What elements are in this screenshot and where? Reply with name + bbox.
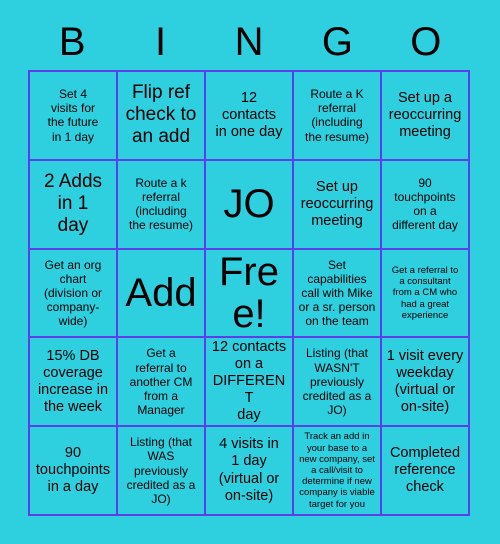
bingo-cell[interactable]: Completed reference check: [382, 427, 470, 516]
bingo-cell[interactable]: Flip ref check to an add: [118, 72, 206, 161]
bingo-cell[interactable]: Get a referral to another CM from a Mana…: [118, 338, 206, 428]
bingo-cell-label: 15% DB coverage increase in the week: [37, 347, 109, 415]
bingo-cell-label: Get a referral to a consultant from a CM…: [391, 264, 459, 321]
bingo-cell[interactable]: JO: [206, 160, 294, 250]
bingo-card: B I N G O Set 4 visits for the future in…: [0, 0, 500, 544]
header-letter-n: N: [234, 20, 264, 64]
bingo-cell-label: 90 touchpoints on a different day: [392, 175, 458, 233]
bingo-cell[interactable]: Set capabilities call with Mike or a sr.…: [294, 249, 382, 339]
bingo-cell[interactable]: 90 touchpoints in a day: [30, 427, 118, 516]
bingo-cell-label: Route a k referral (including the resume…: [128, 175, 194, 233]
bingo-cell-label: 12 contacts on a DIFFERENT day: [211, 339, 287, 424]
bingo-cell-label: Free!: [219, 250, 279, 336]
bingo-cell[interactable]: 12 contacts on a DIFFERENT day: [206, 338, 294, 428]
bingo-cell[interactable]: Listing (that WAS previously credited as…: [118, 427, 206, 516]
header-letter-b: B: [58, 20, 86, 64]
bingo-cell[interactable]: Set up reoccurring meeting: [294, 160, 382, 250]
bingo-cell-label: Route a K referral (including the resume…: [304, 87, 370, 144]
bingo-cell[interactable]: 12 contacts in one day: [206, 72, 294, 161]
bingo-cell-label: Completed reference check: [389, 444, 461, 496]
bingo-cell[interactable]: Set up a reoccurring meeting: [382, 72, 470, 161]
bingo-cell[interactable]: 2 Adds in 1 day: [30, 160, 118, 250]
bingo-cell-label: Add: [125, 270, 197, 315]
bingo-cell-label: Set up a reoccurring meeting: [388, 89, 462, 140]
header-letter-g: G: [321, 20, 353, 64]
bingo-cell-free[interactable]: Free!: [206, 249, 294, 339]
bingo-cell[interactable]: Set 4 visits for the future in 1 day: [30, 72, 118, 161]
bingo-cell-label: Get an org chart (division or company- w…: [43, 257, 103, 329]
bingo-cell-label: JO: [223, 182, 275, 227]
header-letter-o: O: [410, 20, 442, 64]
bingo-cell-label: Listing (that WAS previously credited as…: [126, 435, 196, 506]
bingo-header: B I N G O: [28, 14, 470, 70]
bingo-cell-label: 2 Adds in 1 day: [43, 171, 103, 237]
bingo-cell[interactable]: Get an org chart (division or company- w…: [30, 249, 118, 339]
bingo-grid: Set 4 visits for the future in 1 day Fli…: [28, 70, 470, 516]
bingo-cell[interactable]: 1 visit every weekday (virtual or on-sit…: [382, 338, 470, 428]
bingo-cell-label: Listing (that WASN'T previously credited…: [302, 346, 372, 418]
bingo-cell-label: 1 visit every weekday (virtual or on-sit…: [386, 347, 464, 415]
bingo-cell-label: Set 4 visits for the future in 1 day: [47, 87, 99, 144]
bingo-cell-label: Set up reoccurring meeting: [300, 178, 374, 229]
bingo-cell[interactable]: Add: [118, 249, 206, 339]
bingo-cell[interactable]: Route a k referral (including the resume…: [118, 160, 206, 250]
bingo-cell[interactable]: 90 touchpoints on a different day: [382, 160, 470, 250]
bingo-cell-label: 4 visits in 1 day (virtual or on-site): [218, 436, 280, 504]
bingo-cell-label: Track an add in your base to a new compa…: [299, 431, 375, 510]
bingo-cell-label: Set capabilities call with Mike or a sr.…: [298, 257, 376, 329]
bingo-cell-label: Get a referral to another CM from a Mana…: [129, 346, 193, 418]
header-letter-i: I: [155, 20, 167, 64]
bingo-cell[interactable]: Listing (that WASN'T previously credited…: [294, 338, 382, 428]
bingo-cell-label: 90 touchpoints in a day: [35, 444, 111, 496]
bingo-cell[interactable]: 4 visits in 1 day (virtual or on-site): [206, 427, 294, 516]
bingo-cell-label: Flip ref check to an add: [125, 82, 197, 148]
bingo-cell-label: 12 contacts in one day: [215, 89, 283, 140]
bingo-cell[interactable]: 15% DB coverage increase in the week: [30, 338, 118, 428]
bingo-cell[interactable]: Get a referral to a consultant from a CM…: [382, 249, 470, 339]
bingo-cell[interactable]: Track an add in your base to a new compa…: [294, 427, 382, 516]
bingo-cell[interactable]: Route a K referral (including the resume…: [294, 72, 382, 161]
